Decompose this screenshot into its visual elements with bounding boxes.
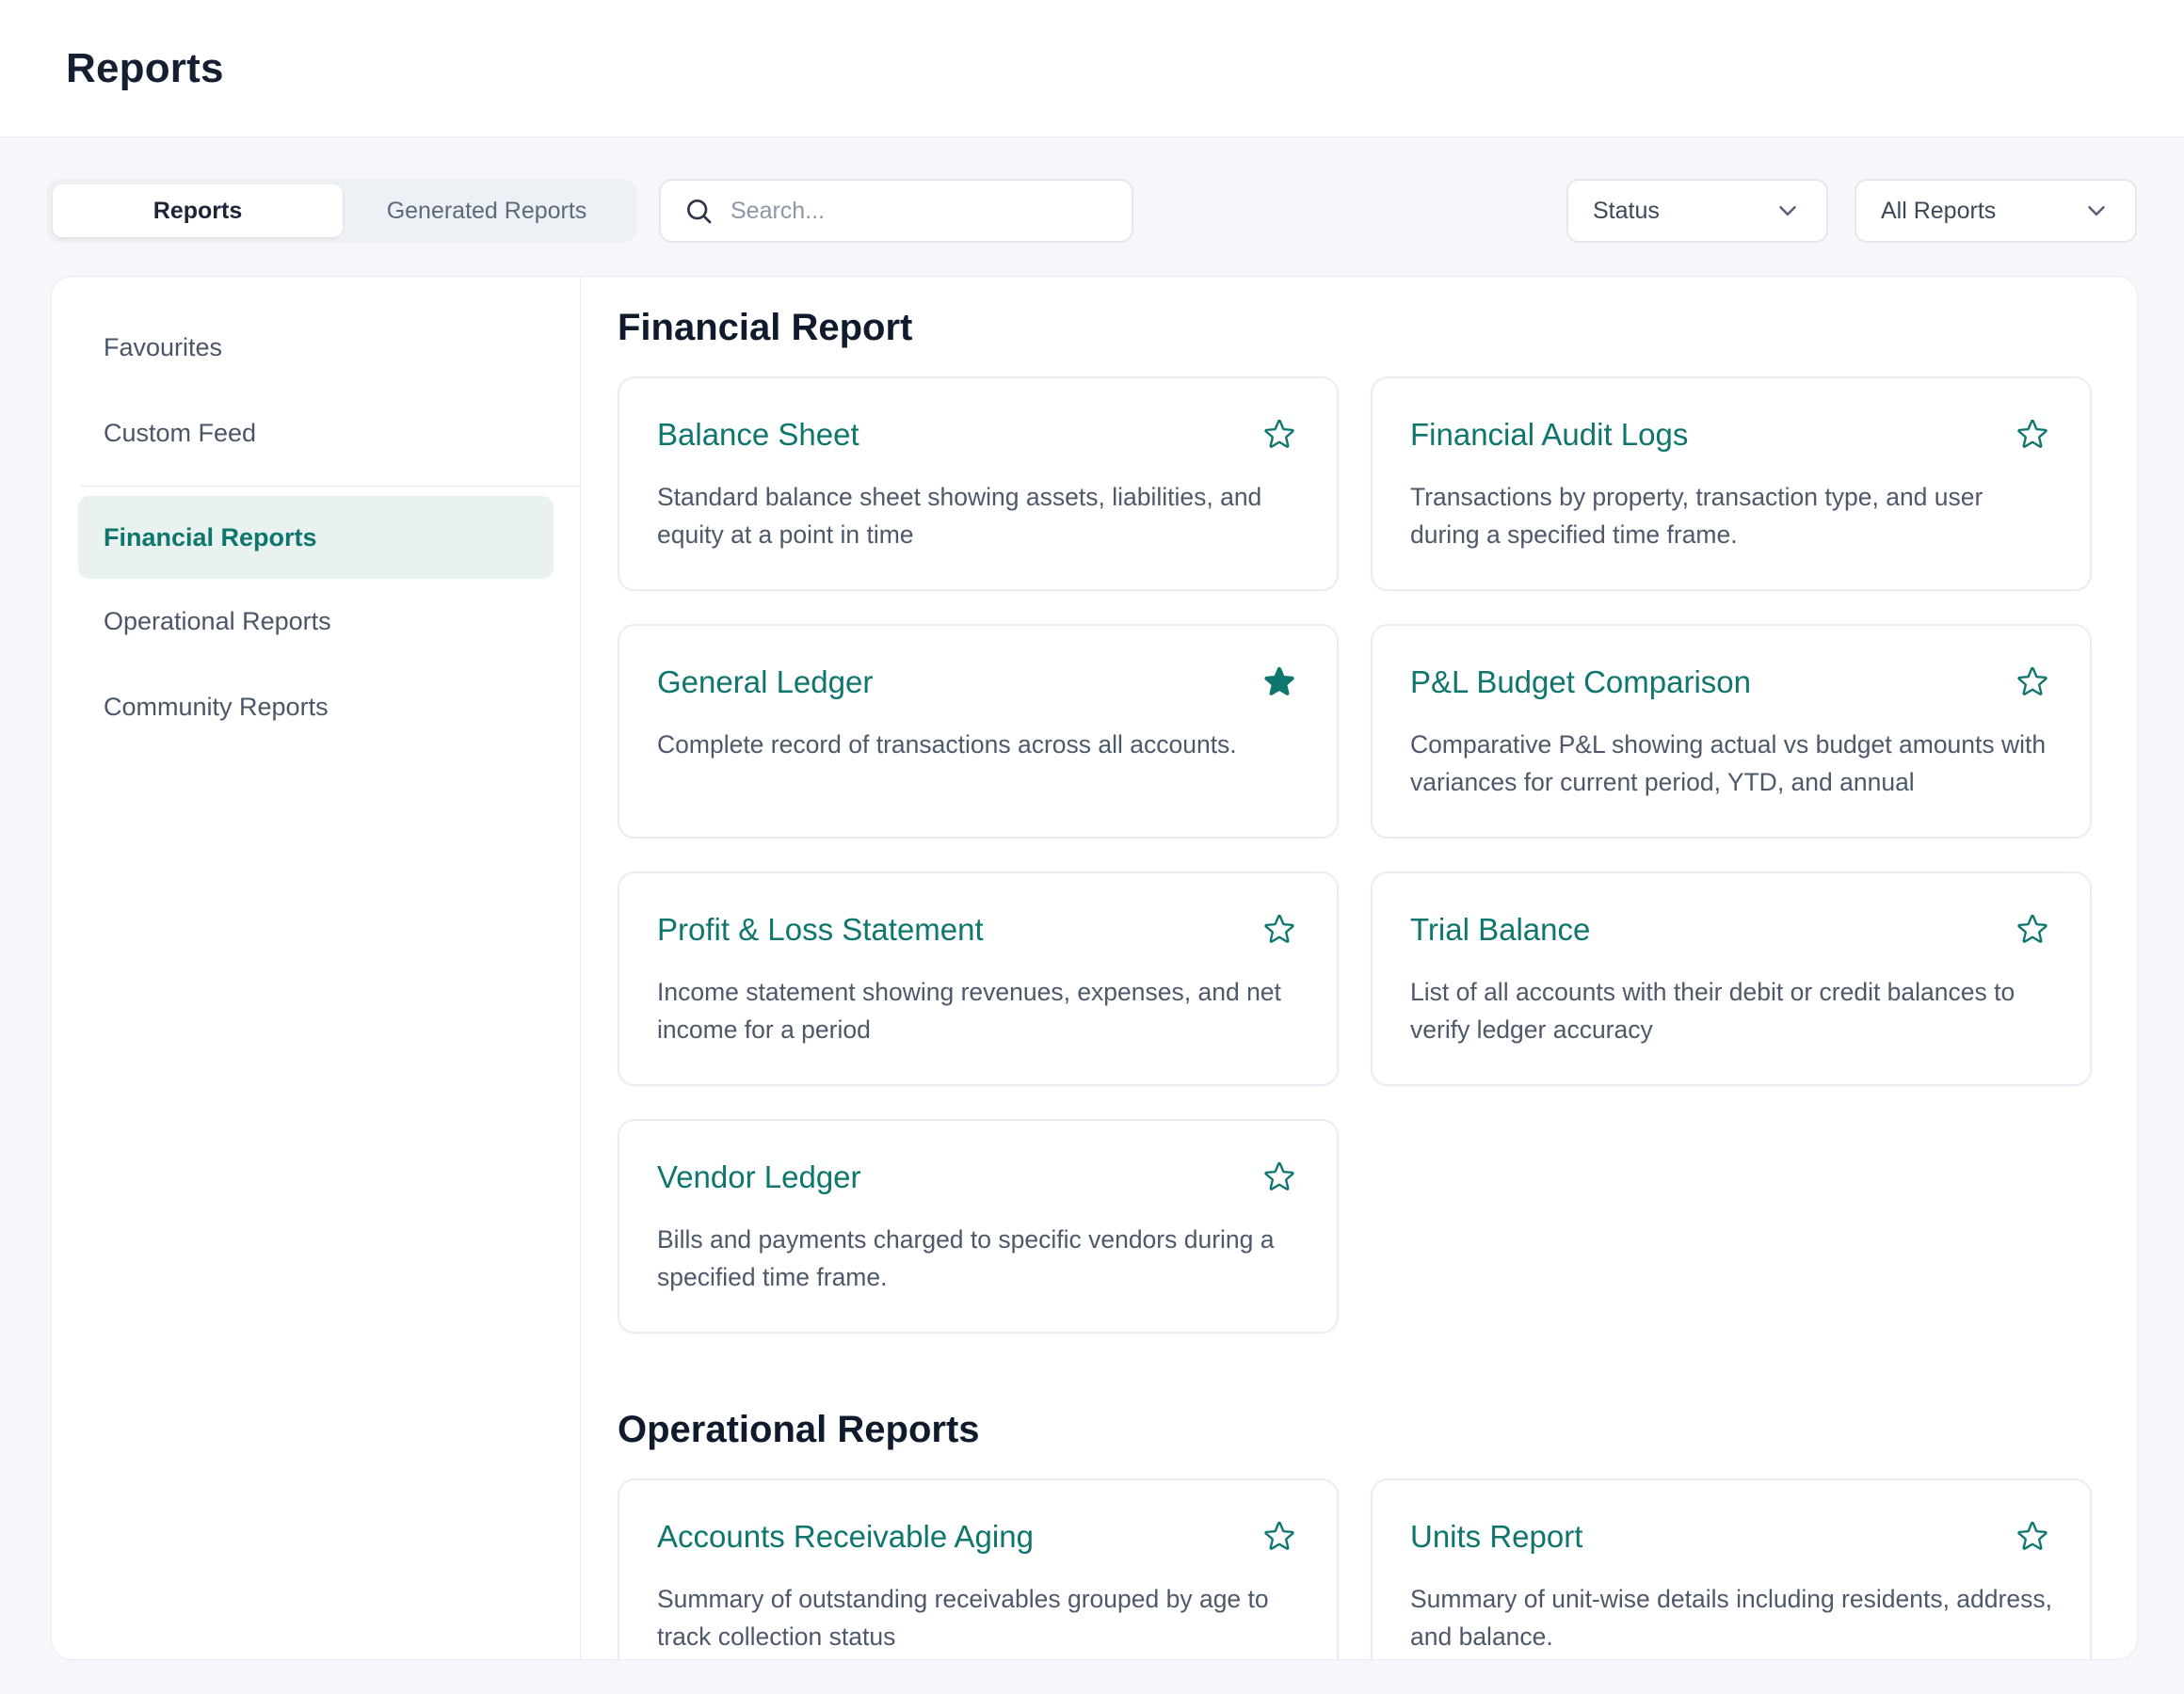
report-card-description: Bills and payments charged to specific v… bbox=[657, 1221, 1299, 1296]
report-card-description: List of all accounts with their debit or… bbox=[1410, 973, 2052, 1048]
sidebar-divider bbox=[80, 486, 580, 487]
favourite-toggle[interactable] bbox=[1260, 414, 1299, 454]
star-icon bbox=[1261, 1159, 1297, 1194]
report-card-header: Profit & Loss Statement bbox=[657, 909, 1299, 951]
report-card-title[interactable]: Accounts Receivable Aging bbox=[657, 1516, 1034, 1558]
sidebar-item-financial-reports[interactable]: Financial Reports bbox=[78, 496, 554, 579]
status-filter-label: Status bbox=[1593, 198, 1660, 225]
sidebar: Favourites Custom Feed Financial Reports… bbox=[52, 277, 581, 1659]
report-card-title[interactable]: Trial Balance bbox=[1410, 909, 1590, 951]
sidebar-item-label: Financial Reports bbox=[104, 523, 317, 552]
star-icon bbox=[2015, 911, 2050, 947]
report-type-filter-label: All Reports bbox=[1881, 198, 1996, 225]
report-card-header: General Ledger bbox=[657, 662, 1299, 703]
page-header: Reports bbox=[0, 0, 2184, 137]
favourite-toggle[interactable] bbox=[1260, 662, 1299, 701]
sidebar-item-operational-reports[interactable]: Operational Reports bbox=[52, 579, 580, 664]
report-card-title[interactable]: Financial Audit Logs bbox=[1410, 414, 1688, 455]
sidebar-item-label: Community Reports bbox=[104, 693, 329, 722]
report-card-title[interactable]: P&L Budget Comparison bbox=[1410, 662, 1751, 703]
status-filter-dropdown[interactable]: Status bbox=[1566, 179, 1828, 243]
report-section: Operational Reports Accounts Receivable … bbox=[618, 1407, 2092, 1659]
report-card-header: Trial Balance bbox=[1410, 909, 2052, 951]
search-icon bbox=[683, 196, 714, 226]
report-section: Financial Report Balance Sheet Standard … bbox=[618, 305, 2092, 1334]
sidebar-item-favourites[interactable]: Favourites bbox=[52, 305, 580, 391]
report-card[interactable]: Accounts Receivable Aging Summary of out… bbox=[618, 1478, 1339, 1659]
report-card-header: Vendor Ledger bbox=[657, 1157, 1299, 1198]
reports-content: Financial Report Balance Sheet Standard … bbox=[581, 277, 2137, 1659]
favourite-toggle[interactable] bbox=[1260, 1516, 1299, 1556]
search-input[interactable] bbox=[731, 198, 1109, 225]
report-card-description: Income statement showing revenues, expen… bbox=[657, 973, 1299, 1048]
favourite-toggle[interactable] bbox=[1260, 909, 1299, 949]
report-card-description: Standard balance sheet showing assets, l… bbox=[657, 478, 1299, 553]
tab-generated-reports[interactable]: Generated Reports bbox=[343, 184, 631, 237]
sidebar-item-custom-feed[interactable]: Custom Feed bbox=[52, 391, 580, 476]
star-icon bbox=[1261, 416, 1297, 452]
report-card-title[interactable]: Balance Sheet bbox=[657, 414, 859, 455]
favourite-toggle[interactable] bbox=[2013, 414, 2052, 454]
star-icon bbox=[1261, 1518, 1297, 1554]
report-card[interactable]: Trial Balance List of all accounts with … bbox=[1371, 871, 2092, 1086]
favourite-toggle[interactable] bbox=[2013, 1516, 2052, 1556]
card-grid: Balance Sheet Standard balance sheet sho… bbox=[618, 376, 2092, 1334]
report-card-header: Balance Sheet bbox=[657, 414, 1299, 455]
search-box[interactable] bbox=[659, 179, 1133, 243]
star-icon bbox=[2015, 1518, 2050, 1554]
section-heading: Operational Reports bbox=[618, 1407, 2092, 1452]
report-card-title[interactable]: Units Report bbox=[1410, 1516, 1582, 1558]
report-card[interactable]: General Ledger Complete record of transa… bbox=[618, 624, 1339, 839]
report-card-header: Units Report bbox=[1410, 1516, 2052, 1558]
report-card-description: Comparative P&L showing actual vs budget… bbox=[1410, 726, 2052, 801]
report-card[interactable]: Units Report Summary of unit-wise detail… bbox=[1371, 1478, 2092, 1659]
sidebar-item-label: Operational Reports bbox=[104, 607, 331, 636]
section-heading: Financial Report bbox=[618, 305, 2092, 350]
star-icon bbox=[1261, 911, 1297, 947]
report-card[interactable]: Vendor Ledger Bills and payments charged… bbox=[618, 1119, 1339, 1334]
sidebar-category-group: Financial Reports Operational Reports Co… bbox=[52, 496, 580, 750]
report-card-header: Financial Audit Logs bbox=[1410, 414, 2052, 455]
report-card-header: P&L Budget Comparison bbox=[1410, 662, 2052, 703]
report-card[interactable]: Profit & Loss Statement Income statement… bbox=[618, 871, 1339, 1086]
favourite-toggle[interactable] bbox=[2013, 909, 2052, 949]
report-card-description: Summary of unit-wise details including r… bbox=[1410, 1580, 2052, 1655]
report-card[interactable]: P&L Budget Comparison Comparative P&L sh… bbox=[1371, 624, 2092, 839]
sidebar-top-group: Favourites Custom Feed bbox=[52, 305, 580, 476]
report-card-description: Summary of outstanding receivables group… bbox=[657, 1580, 1299, 1655]
report-card-description: Transactions by property, transaction ty… bbox=[1410, 478, 2052, 553]
tab-reports[interactable]: Reports bbox=[53, 184, 343, 237]
favourite-toggle[interactable] bbox=[1260, 1157, 1299, 1196]
chevron-down-icon bbox=[2082, 197, 2111, 225]
card-grid: Accounts Receivable Aging Summary of out… bbox=[618, 1478, 2092, 1659]
sidebar-item-label: Custom Feed bbox=[104, 419, 256, 448]
sidebar-item-community-reports[interactable]: Community Reports bbox=[52, 664, 580, 750]
star-icon bbox=[2015, 663, 2050, 699]
star-icon bbox=[1261, 663, 1297, 699]
report-card[interactable]: Balance Sheet Standard balance sheet sho… bbox=[618, 376, 1339, 591]
report-card-title[interactable]: Profit & Loss Statement bbox=[657, 909, 984, 951]
reports-panel: Favourites Custom Feed Financial Reports… bbox=[51, 276, 2138, 1660]
report-card-description: Complete record of transactions across a… bbox=[657, 726, 1299, 763]
report-card[interactable]: Financial Audit Logs Transactions by pro… bbox=[1371, 376, 2092, 591]
sidebar-item-label: Favourites bbox=[104, 333, 222, 362]
favourite-toggle[interactable] bbox=[2013, 662, 2052, 701]
report-card-title[interactable]: General Ledger bbox=[657, 662, 873, 703]
report-card-header: Accounts Receivable Aging bbox=[657, 1516, 1299, 1558]
report-card-title[interactable]: Vendor Ledger bbox=[657, 1157, 861, 1198]
report-type-filter-dropdown[interactable]: All Reports bbox=[1855, 179, 2137, 243]
toolbar: Reports Generated Reports Status All Rep… bbox=[47, 179, 2137, 243]
chevron-down-icon bbox=[1774, 197, 1802, 225]
star-icon bbox=[2015, 416, 2050, 452]
tab-switcher: Reports Generated Reports bbox=[47, 179, 636, 243]
page-title: Reports bbox=[66, 45, 224, 92]
